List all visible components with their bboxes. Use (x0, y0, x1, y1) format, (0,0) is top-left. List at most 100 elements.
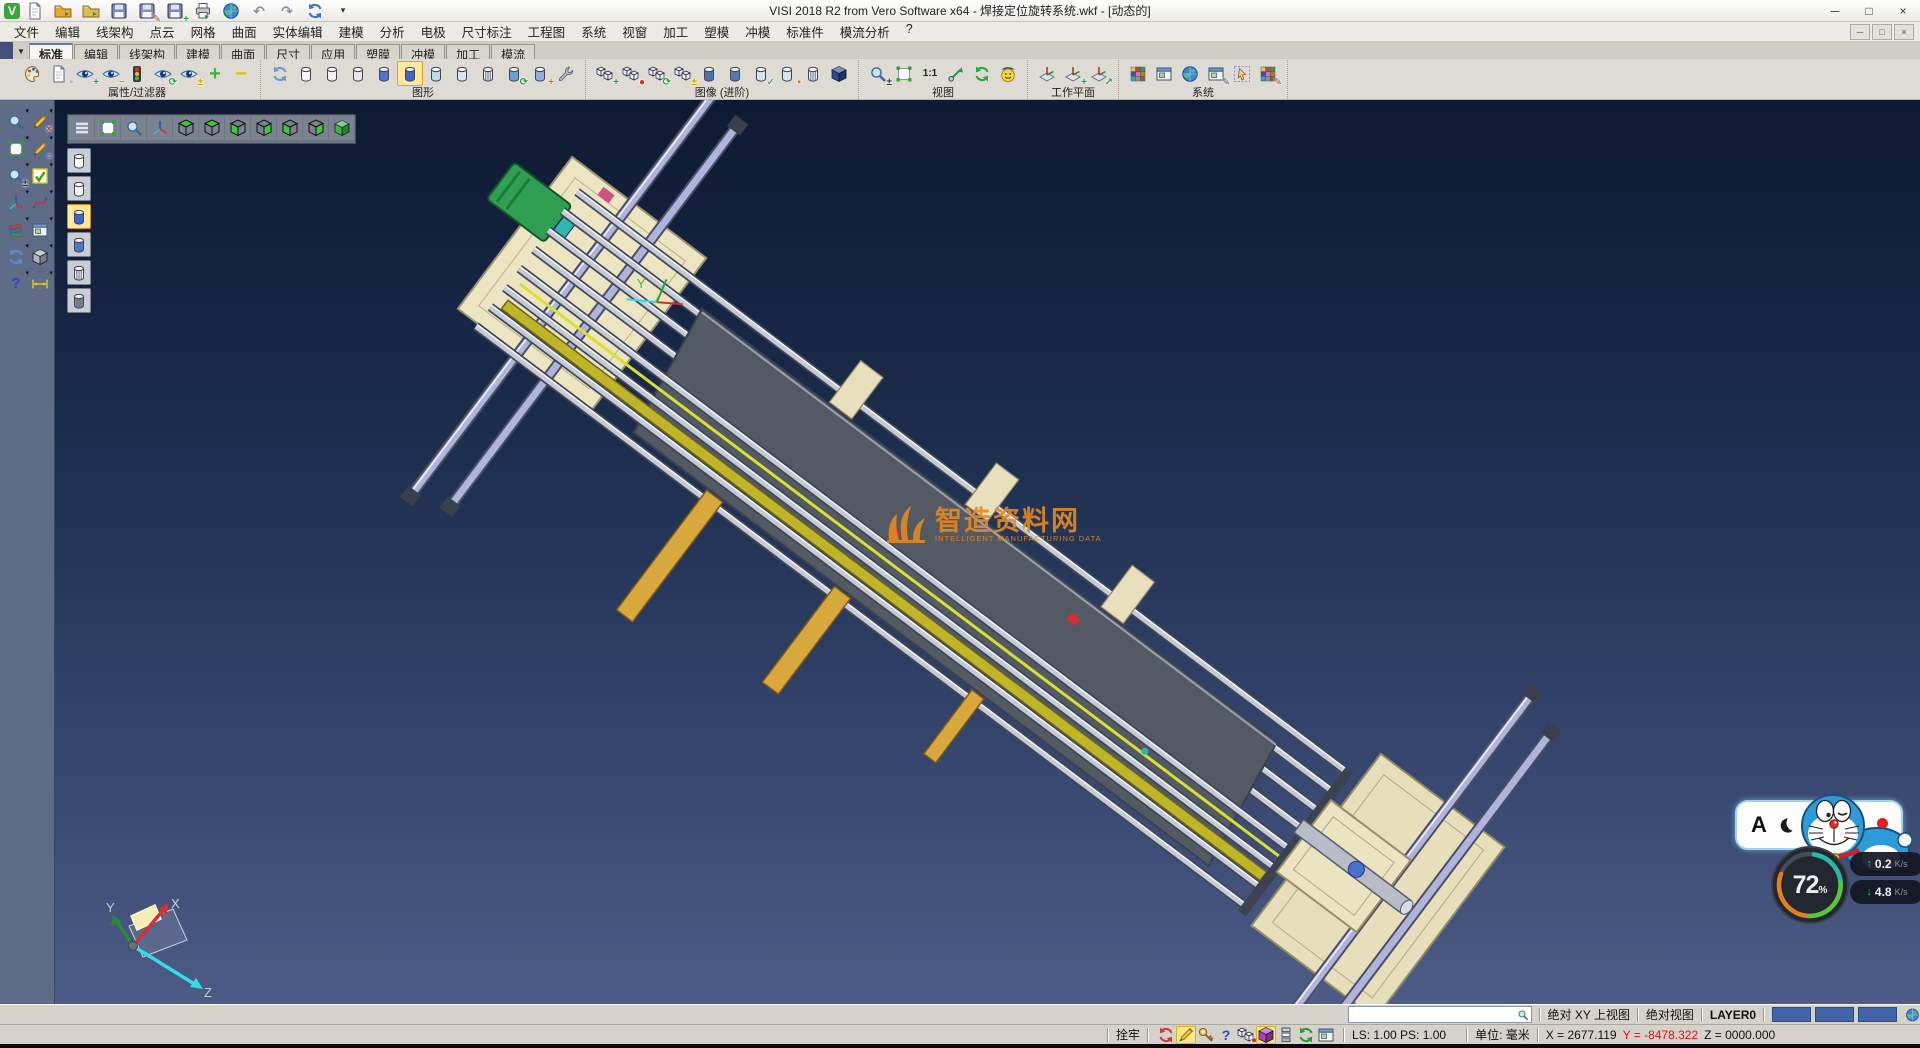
solid-cube-icon[interactable]: ▾ (29, 245, 51, 268)
mdi-close-button[interactable]: × (1894, 24, 1914, 40)
menu-item-建模[interactable]: 建模 (331, 20, 372, 43)
render-window-icon[interactable] (1151, 61, 1177, 86)
view-right-icon[interactable] (251, 116, 276, 140)
shaded-edges-icon[interactable] (67, 232, 91, 257)
tab-塑膜[interactable]: 塑膜 (356, 44, 400, 59)
view-refresh-icon[interactable] (969, 61, 995, 86)
validate-view-icon[interactable]: ✓ (748, 61, 774, 86)
tab-加工[interactable]: 加工 (446, 44, 490, 59)
menu-item-电极[interactable]: 电极 (413, 20, 454, 43)
moon-icon[interactable] (1777, 817, 1794, 834)
tab-编辑[interactable]: 编辑 (74, 44, 118, 59)
close-button[interactable]: × (1886, 0, 1920, 21)
snapshot-view-icon[interactable]: ▪ (774, 61, 800, 86)
tab-标准[interactable]: 标准 (29, 43, 73, 59)
grid-settings-icon[interactable]: ✎ (1255, 61, 1281, 86)
attribute-books-icon[interactable]: ▾ (5, 218, 27, 241)
entities-regen-icon[interactable]: ⟳ (644, 61, 670, 86)
layer-list-icon[interactable] (1276, 1026, 1296, 1044)
attributes-palette-icon[interactable] (20, 61, 46, 86)
edit-mode-icon[interactable] (1176, 1026, 1196, 1044)
zoom-in-out-icon[interactable]: ± (865, 61, 891, 86)
workplane-icon[interactable] (1034, 61, 1060, 86)
mesh-lines-icon[interactable] (67, 260, 91, 285)
selection-hand-icon[interactable] (1229, 61, 1255, 86)
show-remove-icon[interactable]: − (98, 61, 124, 86)
menu-item-工程图[interactable]: 工程图 (520, 20, 574, 43)
search-input[interactable] (1353, 1007, 1517, 1022)
minimize-button[interactable]: ─ (1818, 0, 1852, 21)
view-menu-icon[interactable] (69, 116, 94, 140)
image-copy-icon[interactable]: + (527, 61, 553, 86)
search-icon[interactable] (1517, 1009, 1529, 1021)
tab-冲模[interactable]: 冲模 (401, 44, 445, 59)
menu-item-标准件[interactable]: 标准件 (778, 20, 832, 43)
shaded-refresh-icon[interactable]: ⟳ (501, 61, 527, 86)
hidden-line-icon[interactable] (319, 61, 345, 86)
zoom-1-1-icon[interactable]: 1:1 (917, 61, 943, 86)
flat-shaded-icon[interactable] (449, 61, 475, 86)
menu-item-?[interactable]: ? (898, 20, 921, 43)
menu-item-尺寸标注[interactable]: 尺寸标注 (454, 20, 520, 43)
regen-icon[interactable]: ▾ (5, 245, 27, 268)
view-cube-icon[interactable] (1256, 1026, 1276, 1044)
menu-item-文件[interactable]: 文件 (6, 20, 47, 43)
workplane-move-icon[interactable]: + (1060, 61, 1086, 86)
layer-color-swatch-2[interactable] (1815, 1007, 1854, 1022)
snap-lock-icon[interactable] (1156, 1026, 1176, 1044)
section-lines-icon[interactable] (722, 61, 748, 86)
entities-add-icon[interactable]: + (592, 61, 618, 86)
confirm-icon[interactable]: ▾ (29, 164, 51, 187)
view-face-icon[interactable] (995, 61, 1021, 86)
tab-模流[interactable]: 模流 (491, 44, 535, 59)
zoom-window-icon[interactable]: ▾ (5, 137, 27, 160)
hidden-line-2-icon[interactable] (345, 61, 371, 86)
zoom-extents-icon[interactable] (95, 116, 120, 140)
window-settings-icon[interactable]: ✎ (1203, 61, 1229, 86)
shaded-icon[interactable] (397, 61, 423, 86)
dark-mesh-icon[interactable] (67, 288, 91, 313)
absolute-view-mode[interactable]: 绝对视图 (1646, 1006, 1694, 1023)
zoom-window-icon[interactable] (891, 61, 917, 86)
viewports-icon[interactable] (1316, 1026, 1336, 1044)
active-layer[interactable]: LAYER0 (1710, 1008, 1756, 1022)
permissions-icon[interactable] (1196, 1026, 1216, 1044)
axes-triad-icon[interactable] (147, 116, 172, 140)
hidden-line-icon[interactable] (67, 176, 91, 201)
grid-plane-icon[interactable]: ▾ (29, 218, 51, 241)
mesh-view-icon[interactable] (800, 61, 826, 86)
tab-应用[interactable]: 应用 (311, 44, 355, 59)
menu-item-塑模[interactable]: 塑模 (696, 20, 737, 43)
tab-尺寸[interactable]: 尺寸 (266, 44, 310, 59)
wireframe-icon[interactable] (293, 61, 319, 86)
erase-icon[interactable]: ×▾ (29, 110, 51, 133)
zoom-dynamic-icon[interactable] (121, 116, 146, 140)
menu-item-分析[interactable]: 分析 (372, 20, 413, 43)
context-help-icon[interactable]: ? (1216, 1026, 1236, 1044)
menu-item-线架构[interactable]: 线架构 (88, 20, 142, 43)
sketch-icon[interactable]: ○▾ (29, 137, 51, 160)
mdi-restore-button[interactable]: □ (1872, 24, 1892, 40)
tab-曲面[interactable]: 曲面 (221, 44, 265, 59)
menu-item-编辑[interactable]: 编辑 (47, 20, 88, 43)
mesh-lines-icon[interactable] (475, 61, 501, 86)
graphics-settings-icon[interactable] (553, 61, 579, 86)
move-axis-icon[interactable]: ▾ (5, 191, 27, 214)
menu-item-实体编辑[interactable]: 实体编辑 (265, 20, 331, 43)
entities-toggle-icon[interactable]: ± (670, 61, 696, 86)
menu-item-曲面[interactable]: 曲面 (224, 20, 265, 43)
maximize-button[interactable]: □ (1852, 0, 1886, 21)
view-reference-mode[interactable]: 绝对 XY 上视图 (1548, 1006, 1630, 1023)
ime-mode-letter[interactable]: A (1751, 812, 1767, 838)
page-preview-icon[interactable]: ◦ (46, 61, 72, 86)
tab-建模[interactable]: 建模 (176, 44, 220, 59)
section-view-icon[interactable] (696, 61, 722, 86)
view-left-icon[interactable] (225, 116, 250, 140)
view-top-icon[interactable] (173, 116, 198, 140)
auto-rotate-icon[interactable] (1296, 1026, 1316, 1044)
menu-item-点云[interactable]: 点云 (142, 20, 183, 43)
show-refresh-icon[interactable]: ⟳ (150, 61, 176, 86)
menu-item-系统[interactable]: 系统 (573, 20, 614, 43)
solid-view-icon[interactable] (826, 61, 852, 86)
menu-item-冲模[interactable]: 冲模 (737, 20, 778, 43)
